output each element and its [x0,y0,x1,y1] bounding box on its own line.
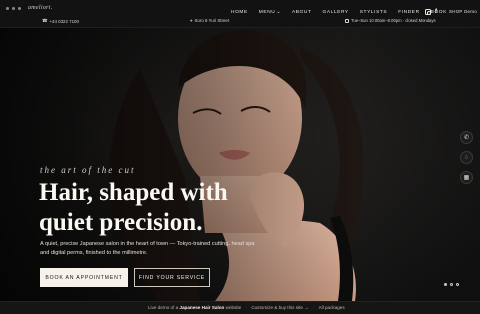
location-info[interactable]: ⌖ Soro 8 Yuri Street [190,18,229,23]
social-links: f [425,9,437,15]
location-text: Soro 8 Yuri Street [194,18,230,23]
minimize-dot[interactable] [12,7,15,10]
slide-pager [444,283,459,286]
instagram-icon[interactable] [425,9,431,15]
phone-icon[interactable]: ✆ [460,131,473,144]
nav-stylists[interactable]: STYLISTS [360,10,387,15]
find-service-button[interactable]: FIND YOUR SERVICE [134,268,210,287]
demo-mid: website [225,305,242,310]
all-packages-link[interactable]: All packages [319,305,345,310]
maximize-dot[interactable] [18,7,21,10]
hours-info: Tue–Sun 10.00am–8.00pm · closed Mondays [345,18,436,23]
slide-dot-2[interactable] [450,283,453,286]
browser-frame: ameliori. ☎ +44 0322 7100 ⌖ Soro 8 Yuri … [0,0,480,314]
calendar-icon[interactable]: ▦ [460,171,473,184]
hours-text: Tue–Sun 10.00am–8.00pm · closed Mondays [351,18,436,23]
hero-section: the art of the cut Hair, shaped with qui… [0,28,480,301]
nav-menu-label: MENU [258,10,276,15]
location-pin-icon: ⌖ [190,18,193,23]
chat-icon[interactable]: ◌ [460,151,473,164]
hero-headline-line2: quiet precision. [39,209,203,236]
nav-finder[interactable]: FINDER [398,10,419,15]
nav-menu[interactable]: MENU ⌄ [259,10,281,15]
close-dot[interactable] [6,7,9,10]
demo-bottom-bar: Live demo of a Japanese Hair Salon websi… [0,301,480,314]
side-action-buttons: ✆ ◌ ▦ [460,131,473,184]
main-nav: HOME MENU ⌄ ABOUT GALLERY STYLISTS FINDE… [231,10,447,15]
facebook-icon[interactable]: f [435,9,437,15]
hero-headline-line1: Hair, shaped with [39,179,228,206]
demo-product-name: Japanese Hair Salon [179,305,225,310]
slide-dot-1[interactable] [444,283,447,286]
demo-prefix: Live demo of a [148,305,179,310]
phone-info[interactable]: ☎ +44 0322 7100 [42,18,79,24]
phone-number: +44 0322 7100 [49,18,79,24]
hero-tagline: the art of the cut [40,165,136,175]
clock-icon [345,18,349,23]
hero-subtext: A quiet, precise Japanese salon in the h… [40,241,255,256]
chevron-down-icon: ⌄ [276,10,281,15]
site-logo[interactable]: ameliori. [28,5,53,11]
window-controls [6,7,21,10]
slide-dot-3[interactable] [456,283,459,286]
hero-headline: Hair, shaped with quiet precision. [39,178,299,238]
customize-link[interactable]: Customize & buy this site → [251,305,308,310]
nav-gallery[interactable]: GALLERY [322,10,348,15]
top-navigation-bar: ameliori. ☎ +44 0322 7100 ⌖ Soro 8 Yuri … [0,0,480,28]
book-appointment-button[interactable]: BOOK AN APPOINTMENT [40,268,128,287]
demo-info-text: Live demo of a Japanese Hair Salon websi… [148,305,345,310]
phone-icon: ☎ [42,18,48,23]
shop-link[interactable]: SHOP Demo [449,9,477,14]
nav-home[interactable]: HOME [231,10,248,15]
nav-about[interactable]: ABOUT [292,10,312,15]
